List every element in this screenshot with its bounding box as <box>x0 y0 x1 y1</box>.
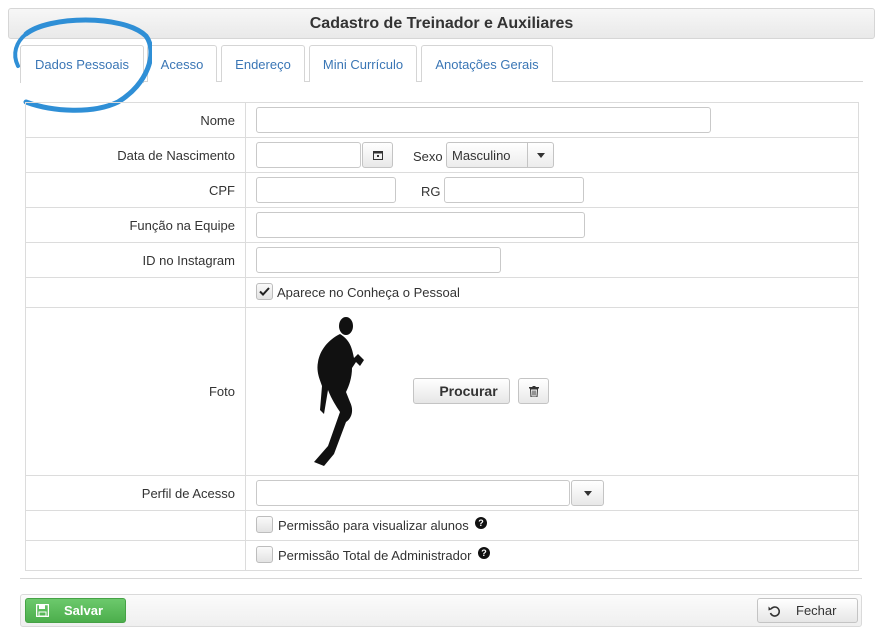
aparece-checkbox[interactable] <box>256 283 273 300</box>
sexo-label: Sexo <box>413 149 443 164</box>
rg-input[interactable] <box>444 177 584 203</box>
tab-acesso[interactable]: Acesso <box>147 45 217 82</box>
foto-label: Foto <box>25 307 246 476</box>
sexo-select[interactable]: Masculino <box>446 142 554 168</box>
row-data-nascimento: Data de Nascimento Sexo Masculino <box>25 137 859 173</box>
row-funcao: Função na Equipe <box>25 207 859 243</box>
row-instagram: ID no Instagram <box>25 242 859 278</box>
footer-bar: Salvar Fechar <box>20 594 862 627</box>
row-perm-alunos: Permissão para visualizar alunos ? <box>25 510 859 541</box>
perm-alunos-checkbox[interactable] <box>256 516 273 533</box>
divider <box>20 578 862 579</box>
calendar-icon <box>372 151 383 160</box>
undo-icon <box>768 605 780 617</box>
row-aparece: Aparece no Conheça o Pessoal <box>25 277 859 308</box>
perfil-label: Perfil de Acesso <box>25 475 246 511</box>
funcao-input[interactable] <box>256 212 585 238</box>
cpf-input[interactable] <box>256 177 396 203</box>
row-perfil: Perfil de Acesso <box>25 475 859 511</box>
cpf-label: CPF <box>25 172 246 208</box>
chevron-down-icon <box>527 143 553 167</box>
help-icon[interactable]: ? <box>475 517 487 529</box>
aparece-label: Aparece no Conheça o Pessoal <box>277 285 460 300</box>
floppy-disk-icon <box>36 604 49 617</box>
chevron-down-icon <box>583 490 592 496</box>
save-label: Salvar <box>64 603 104 618</box>
perfil-dropdown-button[interactable] <box>571 480 604 506</box>
close-label: Fechar <box>796 603 837 618</box>
instagram-input[interactable] <box>256 247 501 273</box>
form-table: Nome Data de Nascimento Sexo Masculino C… <box>25 102 859 571</box>
sexo-value: Masculino <box>452 148 511 163</box>
perm-alunos-label: Permissão para visualizar alunos <box>278 518 469 533</box>
data-nascimento-input[interactable] <box>256 142 361 168</box>
tab-mini-curriculo[interactable]: Mini Currículo <box>309 45 417 82</box>
perm-admin-label: Permissão Total de Administrador <box>278 548 472 563</box>
procurar-button[interactable]: Procurar <box>413 378 510 404</box>
tab-endereco[interactable]: Endereço <box>221 45 305 82</box>
photo-silhouette <box>314 317 364 466</box>
row-cpf-rg: CPF RG <box>25 172 859 208</box>
perfil-input[interactable] <box>256 480 570 506</box>
trash-icon <box>528 385 539 397</box>
save-button[interactable]: Salvar <box>25 598 126 623</box>
row-foto: Foto Procurar <box>25 307 859 476</box>
row-perm-admin: Permissão Total de Administrador ? <box>25 540 859 571</box>
funcao-label: Função na Equipe <box>25 207 246 243</box>
tab-anotacoes-gerais[interactable]: Anotações Gerais <box>421 45 553 82</box>
checkmark-icon <box>259 287 270 296</box>
window-title: Cadastro de Treinador e Auxiliares <box>8 8 875 39</box>
nome-label: Nome <box>25 102 246 138</box>
help-icon[interactable]: ? <box>478 547 490 559</box>
delete-photo-button[interactable] <box>518 378 549 404</box>
row-nome: Nome <box>25 102 859 138</box>
data-nascimento-label: Data de Nascimento <box>25 137 246 173</box>
close-button[interactable]: Fechar <box>757 598 858 623</box>
nome-input[interactable] <box>256 107 711 133</box>
rg-label: RG <box>421 184 441 199</box>
instagram-label: ID no Instagram <box>25 242 246 278</box>
tab-bar: Dados Pessoais Acesso Endereço Mini Curr… <box>20 45 863 83</box>
perm-admin-checkbox[interactable] <box>256 546 273 563</box>
tab-dados-pessoais[interactable]: Dados Pessoais <box>20 45 144 83</box>
calendar-button[interactable] <box>362 142 393 168</box>
